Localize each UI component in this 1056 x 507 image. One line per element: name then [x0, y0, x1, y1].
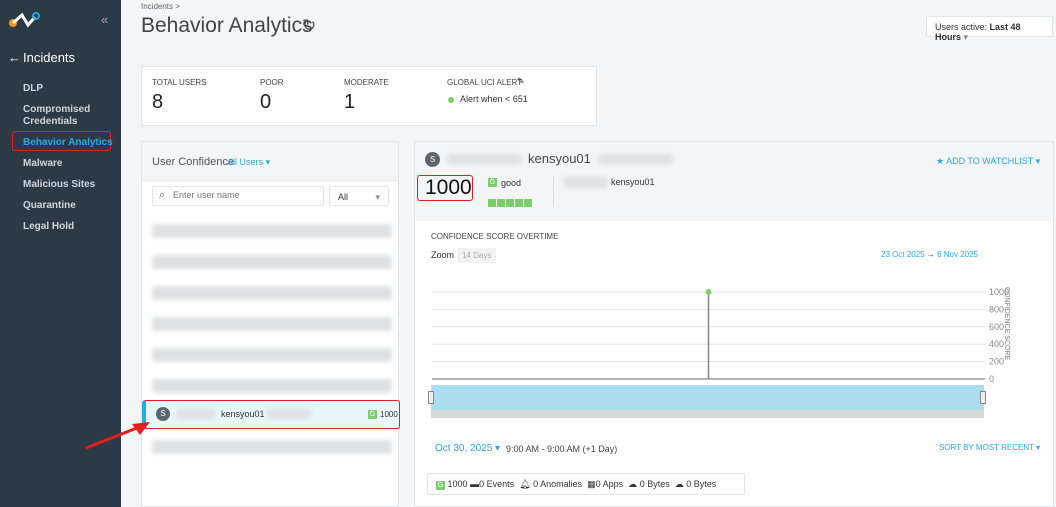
day-summary: G 1000 ▬0 Events 🔔︎ 0 Anomalies ▦0 Apps …	[427, 473, 745, 495]
score-filter-select[interactable]: All ▾	[329, 186, 389, 206]
poor-label: POOR	[260, 78, 284, 87]
sidebar-item-behavior-analytics[interactable]: Behavior Analytics	[23, 137, 113, 149]
sort-dropdown[interactable]: SORT BY MOST RECENT ▾	[939, 443, 1040, 452]
rating-bar	[488, 199, 496, 207]
summary-apps: 0 Apps	[595, 479, 624, 489]
stats-card: TOTAL USERS 8 POOR 0 MODERATE 1 GLOBAL U…	[141, 66, 597, 126]
calendar-icon: ▬	[470, 479, 480, 489]
page-title: Behavior Analytics	[141, 14, 313, 37]
zoom-label: Zoom	[431, 250, 455, 260]
logo-icon	[9, 12, 40, 28]
back-icon[interactable]: ←	[8, 50, 21, 65]
date-dropdown[interactable]: Oct 30, 2025 ▾	[435, 443, 500, 454]
list-item[interactable]	[152, 348, 392, 362]
time-range: 9:00 AM - 9:00 AM (+1 Day)	[506, 444, 618, 454]
list-item-selected[interactable]: S kensyou01 G 1000	[142, 400, 400, 429]
summary-download: 0 Bytes	[686, 479, 717, 489]
sidebar-item-dlp[interactable]: DLP	[23, 83, 43, 95]
upload-icon: ☁	[628, 479, 638, 489]
section-title: Incidents	[23, 50, 76, 65]
summary-score: 1000	[447, 479, 468, 489]
users-active-label: Users active:	[935, 22, 988, 32]
list-item[interactable]	[152, 224, 392, 238]
range-arrow: →	[926, 250, 935, 259]
rating-bar	[497, 199, 505, 207]
user-list-panel: User Confidence All Users ▾ ⌕ All▾ S ken…	[141, 141, 400, 507]
total-users-value: 8	[152, 91, 164, 113]
y-tick-label: 0	[989, 374, 994, 384]
moderate-label: MODERATE	[344, 78, 389, 87]
sort-label: SORT BY MOST RECENT	[939, 443, 1034, 452]
rating-label: good	[501, 178, 522, 188]
range-start: 23 Oct 2025	[881, 250, 925, 259]
search-field[interactable]	[173, 190, 318, 200]
y-tick-label: 400	[989, 339, 1004, 349]
zoom-14-days-button[interactable]: 14 Days	[457, 248, 497, 263]
user-detail-panel: S kensyou01 ★ ADD TO WATCHLIST ▾ 1000 G …	[414, 141, 1054, 507]
detail-user-name: kensyou01	[528, 151, 591, 166]
navigator-handle-left[interactable]	[428, 391, 434, 404]
moderate-value: 1	[344, 91, 356, 113]
sidebar-item-malicious-sites[interactable]: Malicious Sites	[23, 179, 95, 191]
user-filter-value: All Users	[227, 157, 264, 167]
summary-anomalies: 0 Anomalies	[533, 479, 583, 489]
poor-value: 0	[260, 91, 272, 113]
range-end: 6 Nov 2025	[937, 250, 978, 259]
detail-alias: kensyou01	[611, 177, 655, 187]
range-navigator[interactable]	[431, 385, 984, 418]
user-list-title: User Confidence	[152, 156, 234, 168]
avatar: S	[425, 152, 440, 167]
y-tick-label: 600	[989, 322, 1004, 332]
edit-icon[interactable]: ✎	[517, 76, 525, 87]
chart-title: CONFIDENCE SCORE OVERTIME	[431, 232, 559, 241]
bell-icon: 🔔︎	[519, 479, 531, 489]
alert-text: Alert when < 651	[460, 94, 528, 104]
date-range[interactable]: 23 Oct 2025 → 6 Nov 2025	[881, 250, 978, 259]
search-input[interactable]: ⌕	[152, 186, 324, 206]
rating-bar	[515, 199, 523, 207]
users-active-dropdown[interactable]: Users active: Last 48 Hours ▾	[926, 16, 1053, 42]
list-item[interactable]	[152, 379, 392, 393]
search-icon: ⌕	[159, 189, 166, 201]
watchlist-label: ADD TO WATCHLIST	[946, 156, 1034, 166]
status-dot-icon	[448, 97, 454, 103]
sidebar-item-legal-hold[interactable]: Legal Hold	[23, 221, 74, 233]
sidebar-item-compromised-credentials[interactable]: Compromised Credentials	[23, 104, 103, 128]
summary-events: 0 Events	[479, 479, 515, 489]
sidebar-item-malware[interactable]: Malware	[23, 158, 62, 170]
grade-badge-icon: G	[368, 410, 377, 419]
add-to-watchlist-button[interactable]: ★ ADD TO WATCHLIST ▾	[936, 156, 1040, 167]
avatar: S	[156, 407, 170, 421]
data-point	[705, 289, 712, 295]
grade-badge-icon: G	[488, 178, 497, 187]
y-tick-label: 800	[989, 304, 1004, 314]
rating-bars	[488, 194, 533, 212]
user-filter-dropdown[interactable]: All Users ▾	[227, 157, 270, 168]
y-axis-label: CONFIDENCE SCORE	[1003, 287, 1010, 361]
user-name: kensyou01	[221, 409, 265, 419]
apps-icon: ▦	[587, 479, 596, 489]
rating-bar	[506, 199, 514, 207]
collapse-icon[interactable]: «	[101, 12, 108, 27]
user-score: 1000	[380, 410, 398, 419]
breadcrumb[interactable]: Incidents >	[141, 2, 180, 11]
arrow-annotation-icon	[85, 422, 150, 450]
y-tick-label: 200	[989, 357, 1004, 367]
sidebar-item-quarantine[interactable]: Quarantine	[23, 200, 76, 212]
list-item[interactable]	[152, 317, 392, 331]
rating-bar	[524, 199, 532, 207]
navigator-handle-right[interactable]	[980, 391, 986, 404]
date-value: Oct 30, 2025	[435, 443, 493, 454]
list-item[interactable]	[152, 255, 392, 269]
refresh-icon[interactable]: ↻	[302, 16, 316, 36]
list-item[interactable]	[152, 440, 392, 454]
grade-badge-icon: G	[436, 481, 445, 490]
alert-label: GLOBAL UCI ALERT	[447, 78, 523, 87]
summary-upload: 0 Bytes	[639, 479, 670, 489]
download-icon: ☁	[674, 479, 684, 489]
list-item[interactable]	[152, 286, 392, 300]
score-filter-value: All	[338, 192, 349, 202]
total-users-label: TOTAL USERS	[152, 78, 207, 87]
detail-score: 1000	[425, 176, 472, 199]
